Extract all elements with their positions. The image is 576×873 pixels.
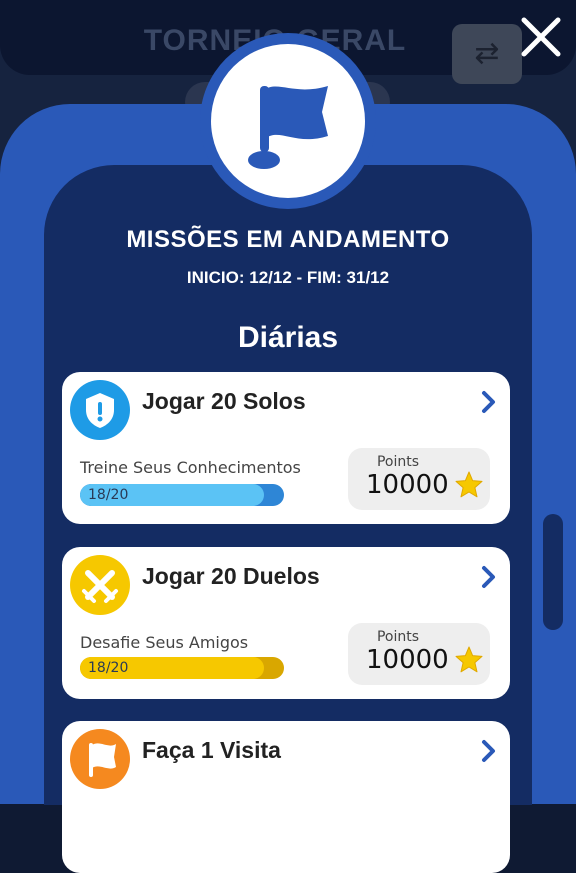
shield-icon <box>70 380 130 440</box>
progress-label: 18/20 <box>88 487 129 503</box>
star-icon <box>455 646 483 673</box>
mission-title: Faça 1 Visita <box>142 737 281 763</box>
modal-title: MISSÕES EM ANDAMENTO <box>126 226 450 253</box>
mission-progress-bar: 18/20 <box>80 484 284 506</box>
points-box: Points 10000 <box>348 448 490 510</box>
crossed-swords-icon <box>70 555 130 615</box>
points-label: Points <box>376 454 420 470</box>
mission-title: Jogar 20 Duelos <box>142 563 320 589</box>
close-icon[interactable] <box>518 14 564 60</box>
star-icon <box>455 471 483 498</box>
points-value: 10000 <box>366 645 449 675</box>
mission-subtitle: Desafie Seus Amigos <box>80 633 249 652</box>
points-label: Points <box>376 629 420 645</box>
points-box: Points 10000 <box>348 623 490 685</box>
mission-subtitle: Treine Seus Conhecimentos <box>80 458 301 477</box>
mission-card-duelos[interactable]: Jogar 20 Duelos Desafie Seus Amigos 18/2… <box>62 547 510 699</box>
points-value: 10000 <box>366 470 449 500</box>
flag-icon <box>70 729 130 789</box>
mission-progress-bar: 18/20 <box>80 657 284 679</box>
swap-icon: ⇄ <box>452 24 522 84</box>
progress-label: 18/20 <box>88 660 129 676</box>
flag-icon <box>248 86 328 169</box>
mission-card-solos[interactable]: Jogar 20 Solos Treine Seus Conhecimentos… <box>62 372 510 524</box>
modal-dates: INICIO: 12/12 - FIM: 31/12 <box>186 268 390 287</box>
chevron-right-icon[interactable] <box>480 739 498 763</box>
chevron-right-icon[interactable] <box>480 390 498 414</box>
mission-card-visita[interactable]: Faça 1 Visita <box>62 721 510 873</box>
chevron-right-icon[interactable] <box>480 565 498 589</box>
scrollbar[interactable] <box>543 514 563 630</box>
section-title-daily: Diárias <box>237 321 339 354</box>
mission-title: Jogar 20 Solos <box>142 388 306 414</box>
